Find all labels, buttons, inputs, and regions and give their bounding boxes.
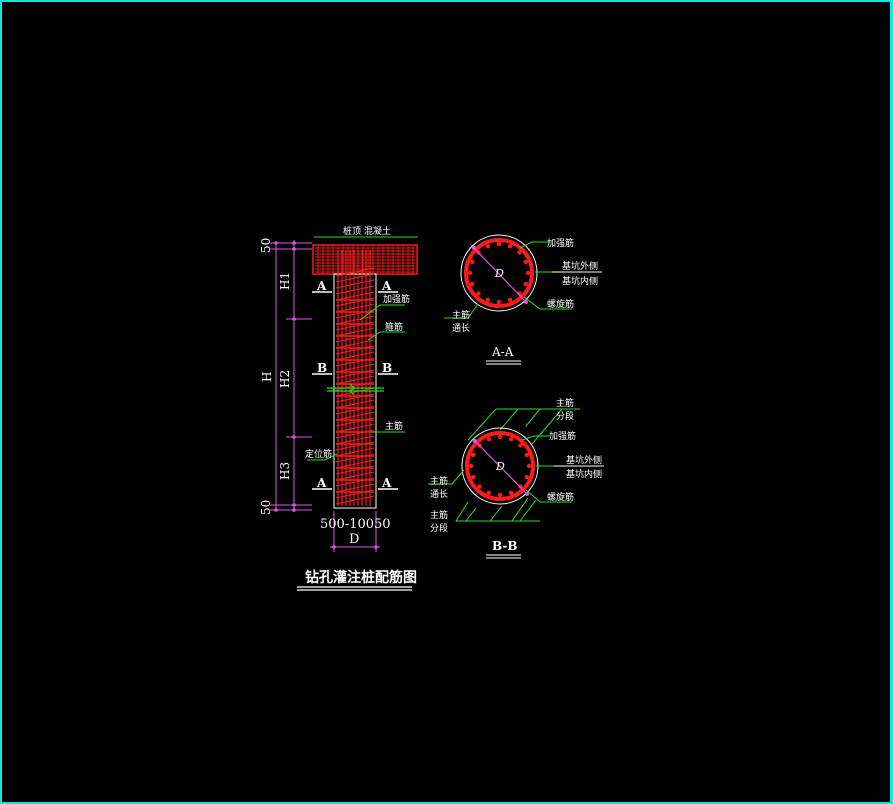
main-bar-dot <box>526 463 532 469</box>
main-bar-dot <box>496 241 502 247</box>
bb-label-main-left: 主筋 <box>430 475 448 487</box>
bb-hatch <box>455 408 580 522</box>
main-bar-dot <box>470 259 475 265</box>
main-bar-dot <box>525 270 531 276</box>
bb-label-split-top: 分段 <box>556 410 574 422</box>
main-bar-dot <box>497 492 503 498</box>
main-bar-dot <box>517 250 522 255</box>
aa-label-through: 通长 <box>452 322 470 334</box>
section-mark-a-bottom-right: A <box>381 476 392 490</box>
dim-h2: H2 <box>278 370 292 388</box>
bb-label-spiral: 螺旋筋 <box>547 491 574 503</box>
section-mark-b-right: B <box>382 361 392 375</box>
main-bar-dot <box>508 490 514 495</box>
section-mark-b-left: B <box>317 361 327 375</box>
bb-label-through: 通长 <box>430 488 448 500</box>
label-stirrup: 箍筋 <box>385 321 403 333</box>
main-bar-dot <box>524 474 529 480</box>
drawing-title: 钻孔灌注桩配筋图 <box>305 569 417 586</box>
pile-cap-rebar <box>315 246 415 273</box>
vertical-dimensions: 50 H1 H2 H H3 50 <box>259 238 312 515</box>
dim-h1: H1 <box>278 272 292 290</box>
main-bar-dot <box>507 244 513 249</box>
dim-top-50: 50 <box>259 238 273 253</box>
bb-label-main-bottom: 主筋 <box>430 509 448 521</box>
section-aa: D 加强筋 基坑外侧 基坑内侧 螺旋筋 主筋 通长 A-A <box>444 234 602 365</box>
main-bar-dot <box>496 299 502 305</box>
main-bar-dot <box>486 437 492 442</box>
main-bar-dot <box>485 297 491 302</box>
aa-title: A-A <box>491 345 514 359</box>
top-label: 桩顶 混凝土 <box>343 225 391 237</box>
main-bar-dot <box>476 291 481 296</box>
bb-label-main-top: 主筋 <box>556 397 574 409</box>
drawing-title-block: 钻孔灌注桩配筋图 <box>297 569 417 591</box>
aa-label-strengthen: 加强筋 <box>547 237 574 249</box>
aa-diameter: D <box>494 267 504 280</box>
label-main: 主筋 <box>385 420 403 432</box>
aa-label-spiral: 螺旋筋 <box>547 298 574 310</box>
main-bar-dot <box>508 437 514 442</box>
bb-label-strengthen: 加强筋 <box>549 430 576 442</box>
main-bar-dot <box>486 490 492 495</box>
section-bb: D 主筋 分段 加强筋 基坑外侧 基坑内侧 螺旋筋 主筋 通长 主筋 分段 B-… <box>428 397 604 559</box>
pile-shaft-rebar <box>335 250 375 506</box>
dim-bottom-50: 50 <box>259 500 273 515</box>
main-bar-dot <box>470 281 475 287</box>
diameter-label: D <box>349 532 359 547</box>
aa-label-inner: 基坑内侧 <box>562 275 598 287</box>
main-bar-dot <box>523 259 528 265</box>
main-bar-dot <box>507 297 513 302</box>
bottom-dimension: 500-10050 D <box>320 511 391 552</box>
bb-title: B-B <box>492 539 518 553</box>
bb-label-outer: 基坑外侧 <box>566 454 602 466</box>
main-bar-dot <box>523 281 528 287</box>
main-bar-dot <box>468 463 474 469</box>
main-bar-dot <box>467 270 473 276</box>
dim-h3: H3 <box>278 462 292 480</box>
dim-h: H <box>260 372 274 382</box>
bb-label-split-bottom: 分段 <box>430 522 448 534</box>
main-bar-dot <box>518 443 523 448</box>
main-bar-dot <box>471 474 476 480</box>
pile-elevation: 桩顶 混凝土 加强筋 箍筋 主筋 定位筋 A A B B A A <box>305 225 418 509</box>
label-locator: 定位筋 <box>305 448 332 460</box>
section-mark-a-bottom-left: A <box>316 476 327 490</box>
section-mark-a-top-right: A <box>381 279 392 293</box>
main-bar-dot <box>497 434 503 440</box>
aa-label-main: 主筋 <box>452 309 470 321</box>
main-bar-dot <box>477 484 482 489</box>
bb-label-inner: 基坑内侧 <box>566 468 602 480</box>
main-bar-dot <box>485 244 491 249</box>
aa-label-outer: 基坑外侧 <box>562 260 598 272</box>
section-mark-a-top-left: A <box>316 279 327 293</box>
main-bar-dot <box>524 452 529 458</box>
bb-diameter: D <box>495 460 505 473</box>
main-bar-dot <box>471 452 476 458</box>
cad-drawing: 桩顶 混凝土 加强筋 箍筋 主筋 定位筋 A A B B A A 50 H1 H… <box>259 225 604 591</box>
label-strengthen: 加强筋 <box>383 293 410 305</box>
spacing-label: 500-10050 <box>320 517 391 532</box>
